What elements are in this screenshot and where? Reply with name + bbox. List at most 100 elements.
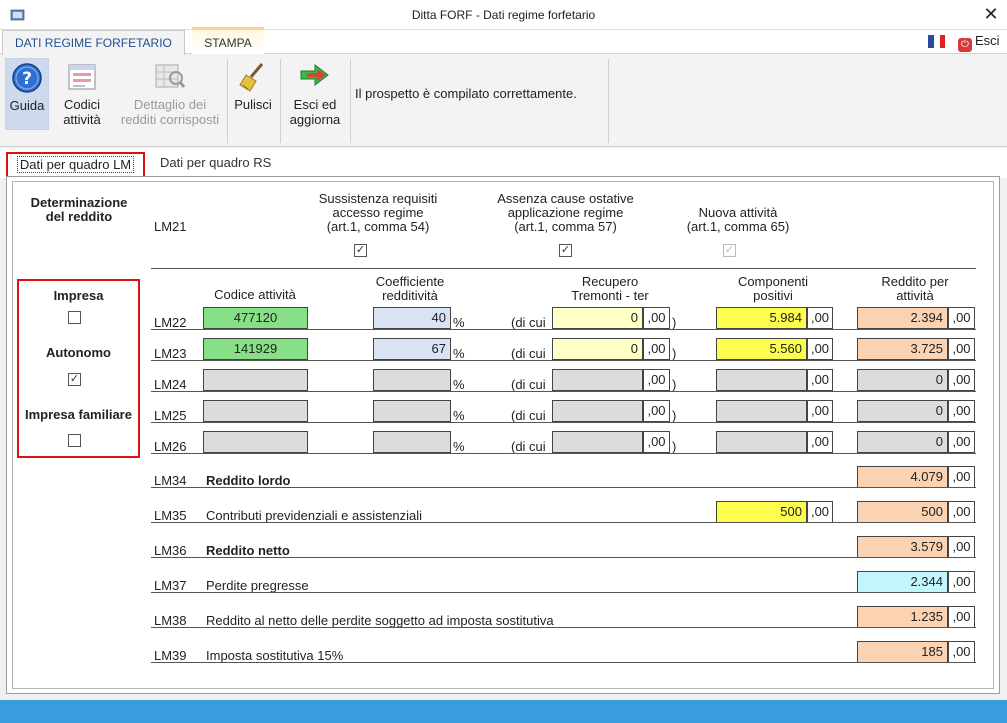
coefficiente-input[interactable] [373, 369, 451, 391]
coefficiente-input[interactable] [373, 431, 451, 453]
coefficiente-input[interactable] [373, 400, 451, 422]
divider [151, 268, 976, 269]
recupero-input[interactable]: 0 [552, 307, 643, 329]
coefficiente-input[interactable]: 40 [373, 307, 451, 329]
reddito-input[interactable]: 3.725 [857, 338, 948, 360]
recupero-header: Recupero Tremonti - ter [548, 275, 672, 303]
language-flag-icon[interactable] [928, 35, 945, 48]
nuova-attivita-checkbox[interactable]: ✓ [723, 244, 736, 257]
reddito-netto-value[interactable]: 3.579 [857, 536, 948, 558]
reddito-lordo-value[interactable]: 4.079 [857, 466, 948, 488]
coeff-line1: Coefficiente [375, 274, 445, 289]
reddito-input[interactable]: 0 [857, 431, 948, 453]
row-divider [151, 627, 976, 628]
reddito-input[interactable]: 2.394 [857, 307, 948, 329]
close-paren: ) [672, 408, 677, 423]
decimals: ,00 [948, 338, 975, 360]
dettaglio-label-1: Dettaglio dei [133, 97, 207, 112]
lm21-col1-line3: (art.1, comma 54) [326, 219, 430, 234]
di-cui-label: (di cui [511, 439, 546, 454]
componenti-input[interactable] [716, 431, 807, 453]
row-code: LM35 [154, 508, 187, 523]
componenti-input[interactable]: 5.560 [716, 338, 807, 360]
close-paren: ) [672, 439, 677, 454]
esci-aggiorna-label-2: aggiorna [289, 112, 341, 127]
autonomo-checkbox[interactable]: ✓ [68, 373, 81, 386]
row-divider [151, 360, 976, 361]
assenza-cause-checkbox[interactable]: ✓ [559, 244, 572, 257]
recupero-input[interactable]: 0 [552, 338, 643, 360]
row-divider [151, 557, 976, 558]
row-code: LM34 [154, 473, 187, 488]
codice-attivita-input[interactable] [203, 431, 308, 453]
dettaglio-redditi-button[interactable]: Dettaglio dei redditi corrisposti [120, 58, 220, 128]
close-paren: ) [672, 315, 677, 330]
row-code: LM37 [154, 578, 187, 593]
status-message: Il prospetto è compilato correttamente. [355, 86, 577, 101]
ribbon-separator [227, 59, 228, 143]
coefficiente-input[interactable]: 67 [373, 338, 451, 360]
lm21-col2-line3: (art.1, comma 57) [514, 219, 617, 234]
codice-attivita-input[interactable]: 477120 [203, 307, 308, 329]
determinazione-line-2: del reddito [45, 209, 113, 224]
impresa-familiare-checkbox[interactable] [68, 434, 81, 447]
decimals: ,00 [948, 501, 975, 523]
recupero-line2: Tremonti - ter [571, 288, 649, 303]
componenti-input[interactable] [716, 369, 807, 391]
recupero-input[interactable] [552, 400, 643, 422]
row-code: LM25 [154, 408, 187, 423]
decimals: ,00 [948, 466, 975, 488]
exit-button[interactable]: ⏻ Esci [958, 33, 1000, 52]
row-code: LM23 [154, 346, 187, 361]
componenti-header: Componenti positivi [713, 275, 833, 303]
reddito-netto-perdite-label: Reddito al netto delle perdite soggetto … [206, 613, 554, 628]
row-code: LM22 [154, 315, 187, 330]
perdite-pregresse-input[interactable]: 2.344 [857, 571, 948, 593]
reddito-input[interactable]: 0 [857, 369, 948, 391]
recupero-input[interactable] [552, 431, 643, 453]
reddito-attivita-header: Reddito per attività [855, 275, 975, 303]
decimals: ,00 [948, 606, 975, 628]
componenti-line1: Componenti [737, 274, 809, 289]
status-bar [0, 700, 1007, 723]
lm21-col3-line1: Nuova attività [698, 205, 778, 220]
contributi-input[interactable]: 500 [716, 501, 807, 523]
codice-attivita-input[interactable]: 141929 [203, 338, 308, 360]
tab-stampa[interactable]: STAMPA [192, 27, 264, 54]
row-code: LM24 [154, 377, 187, 392]
row-divider [151, 662, 976, 663]
decimals: ,00 [807, 431, 833, 453]
decimals: ,00 [948, 431, 975, 453]
guida-button[interactable]: ? Guida [5, 58, 49, 130]
broom-icon [239, 63, 264, 92]
reddito-netto-perdite-value[interactable]: 1.235 [857, 606, 948, 628]
decimals: ,00 [948, 307, 975, 329]
recupero-input[interactable] [552, 369, 643, 391]
table-search-icon [155, 64, 186, 88]
imposta-sostitutiva-value[interactable]: 185 [857, 641, 948, 663]
tab-dati-quadro-rs[interactable]: Dati per quadro RS [160, 155, 271, 170]
tab-dati-quadro-lm[interactable]: Dati per quadro LM [6, 152, 145, 178]
reddito-input[interactable]: 0 [857, 400, 948, 422]
row-code: LM39 [154, 648, 187, 663]
codici-attivita-button[interactable]: Codici attività [56, 58, 108, 128]
contributi-value[interactable]: 500 [857, 501, 948, 523]
row-code-lm21: LM21 [154, 219, 187, 234]
percent-sign: % [453, 439, 465, 454]
determinazione-heading: Determinazione del reddito [20, 196, 138, 224]
decimals: ,00 [643, 338, 670, 360]
impresa-checkbox[interactable] [68, 311, 81, 324]
pulisci-button[interactable]: Pulisci [230, 58, 276, 128]
close-icon[interactable]: ✕ [982, 4, 1000, 24]
esci-aggiorna-label-1: Esci ed [293, 97, 337, 112]
esci-aggiorna-button[interactable]: Esci ed aggiorna [284, 58, 346, 128]
sussistenza-requisiti-checkbox[interactable]: ✓ [354, 244, 367, 257]
codice-attivita-input[interactable] [203, 400, 308, 422]
componenti-input[interactable] [716, 400, 807, 422]
tab-dati-regime-forfetario[interactable]: DATI REGIME FORFETARIO [2, 30, 185, 55]
decimals: ,00 [807, 369, 833, 391]
codice-attivita-input[interactable] [203, 369, 308, 391]
componenti-input[interactable]: 5.984 [716, 307, 807, 329]
decimals: ,00 [948, 369, 975, 391]
contributi-label: Contributi previdenziali e assistenziali [206, 508, 423, 523]
